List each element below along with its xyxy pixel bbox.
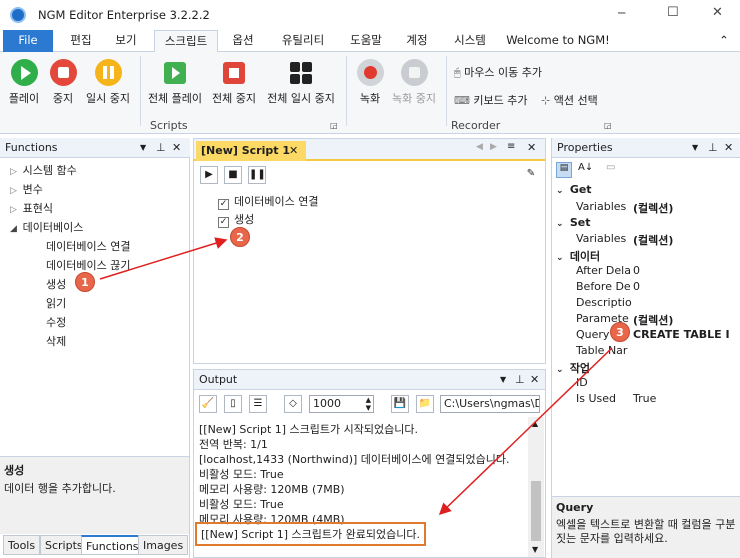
annotation-badge: 2	[230, 227, 250, 247]
annotation-arrows	[99, 237, 613, 516]
annotation-arrow	[438, 347, 613, 516]
annotation-arrow	[99, 237, 228, 280]
annotation-badge: 3	[610, 322, 630, 342]
annotation-badge: 1	[75, 272, 95, 292]
